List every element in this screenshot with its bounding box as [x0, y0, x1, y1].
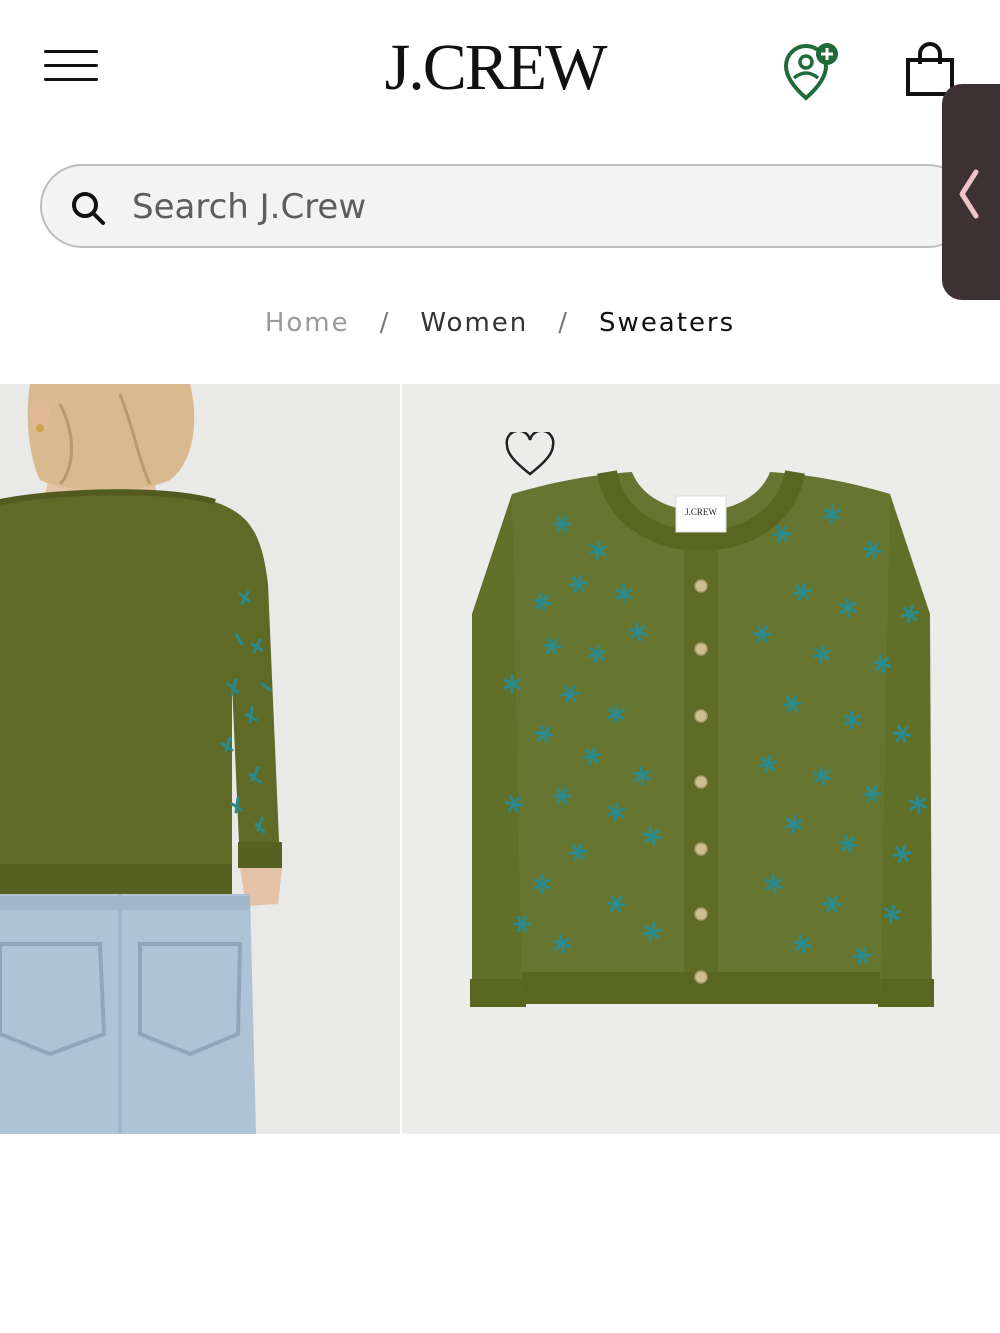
cardigan-flat-lay-image[interactable]: J.CREW	[402, 384, 1000, 1134]
breadcrumb-home[interactable]: Home	[259, 308, 356, 338]
breadcrumb-women[interactable]: Women	[414, 308, 534, 338]
embroidery-stitch	[772, 532, 792, 536]
search-bar[interactable]	[40, 164, 970, 248]
breadcrumb-separator: /	[558, 308, 570, 338]
breadcrumb-sweaters: Sweaters	[599, 308, 736, 338]
side-drawer-tab[interactable]	[942, 84, 1000, 300]
search-input[interactable]	[132, 182, 892, 232]
chevron-left-icon	[959, 169, 979, 219]
product-image-gallery[interactable]: J.CREW	[0, 384, 1000, 1134]
search-icon	[72, 192, 105, 225]
site-header: J.CREW	[0, 0, 1000, 140]
jcrew-logo[interactable]: J.CREW	[360, 28, 630, 108]
account-rewards-icon[interactable]	[780, 40, 842, 102]
hamburger-menu-icon[interactable]	[44, 48, 98, 82]
model-back-view-image[interactable]	[0, 384, 400, 1134]
breadcrumb: Home / Women / Sweaters	[0, 300, 1000, 346]
heart-outline-icon[interactable]	[504, 432, 556, 478]
cardigan-label-text: J.CREW	[685, 507, 717, 517]
cardigan-illustration: J.CREW	[470, 469, 934, 1007]
embroidery-stitch	[892, 731, 912, 737]
model-back-view-illustration	[0, 384, 282, 1134]
embroidery-stitch	[622, 584, 626, 604]
embroidery-stitch	[771, 874, 777, 894]
breadcrumb-separator: /	[379, 308, 391, 338]
embroidery-stitch	[614, 704, 618, 724]
embroidery-stitch	[752, 632, 772, 636]
